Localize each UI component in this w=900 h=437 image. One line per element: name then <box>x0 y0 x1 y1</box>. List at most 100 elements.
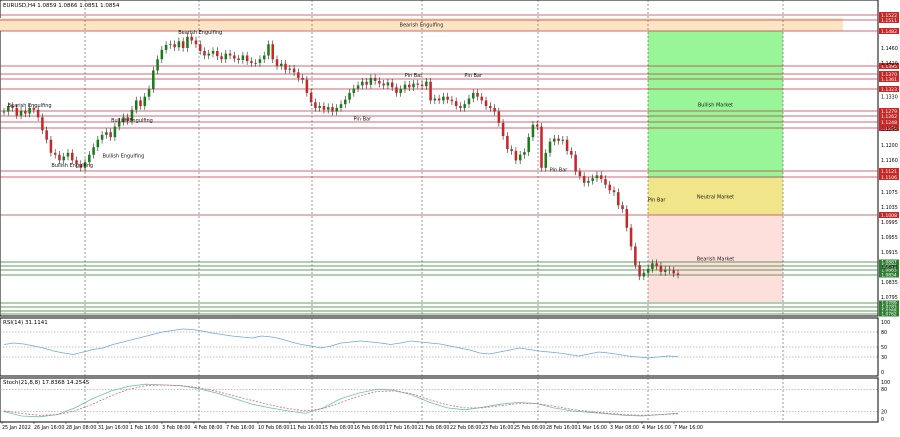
candle-body <box>373 77 377 81</box>
candle-body <box>476 92 479 97</box>
candle-body <box>297 72 300 78</box>
price-axis-tick: 1.0955 <box>881 235 898 241</box>
time-axis-label: 15 Feb 08:00 <box>322 425 353 431</box>
candle-body <box>617 192 620 206</box>
candle-body <box>96 139 100 148</box>
time-axis-label: 3 Mar 08:00 <box>610 425 639 431</box>
pattern-annotation: Pin Bar <box>550 168 569 174</box>
candle-body <box>309 92 313 103</box>
stoch-axis-tick: 0 <box>881 417 884 423</box>
candle-body <box>160 49 164 60</box>
candle-body <box>646 268 650 273</box>
stoch-axis-tick: 100 <box>881 380 890 386</box>
candle-body <box>267 44 270 56</box>
stochastic-panel[interactable]: 10080 20 0 Stoch(21,8,8) 17.8368 14.2545 <box>0 377 890 423</box>
price-tag-label: 1.1106 <box>881 175 897 181</box>
candle-body <box>407 84 411 88</box>
candle-body <box>262 55 266 60</box>
candle-body <box>207 53 211 56</box>
candle-body <box>471 92 475 99</box>
time-axis-label: 3 Feb 08:00 <box>162 425 190 431</box>
candle-body <box>659 265 663 272</box>
price-tag-label: 1.0762 <box>881 312 897 318</box>
candle-body <box>638 265 641 277</box>
price-panel[interactable]: Bearish Engulfing Bullish Market Neutral M… <box>0 0 879 317</box>
candle-body <box>254 62 257 64</box>
candle-body <box>386 82 390 86</box>
candle-body <box>245 55 249 62</box>
candle-body <box>53 152 57 155</box>
candle-body <box>173 44 176 48</box>
candle-body <box>608 184 612 191</box>
pattern-annotation: Pin Bar <box>405 73 424 79</box>
pattern-annotation: Bullish Engulfing <box>103 154 145 160</box>
candle-body <box>399 89 402 93</box>
candle-body <box>527 137 530 153</box>
time-axis-label: 4 Mar 16:00 <box>642 425 671 431</box>
rsi-axis-tick: 100 <box>881 320 890 326</box>
candle-body <box>88 154 91 163</box>
candle-body <box>412 83 415 88</box>
price-tag-label: 1.0854 <box>881 273 897 279</box>
candle-body <box>228 53 232 56</box>
price-axis-tick: 1.1200 <box>881 143 898 149</box>
time-axis-label: 16 Feb 08:00 <box>354 425 385 431</box>
candle-body <box>250 61 253 63</box>
candle-body <box>510 149 513 151</box>
candle-body <box>582 176 586 183</box>
candle-body <box>425 81 428 87</box>
zone-label: Neutral Market <box>697 195 734 201</box>
pattern-annotation: Bullish Engulfing <box>51 163 93 169</box>
candle-body <box>156 59 159 71</box>
time-axis-label: 31 Jan 16:00 <box>98 425 128 431</box>
candle-body <box>591 178 594 181</box>
price-axis-tick: 1.1075 <box>881 190 898 196</box>
price-tag-label: 1.1248 <box>881 120 897 126</box>
time-axis-label: 23 Feb 16:00 <box>482 425 513 431</box>
candle-body <box>629 227 633 247</box>
time-axis-label: 1 Feb 16:00 <box>130 425 158 431</box>
candle-body <box>493 107 496 112</box>
rsi-header: RSI(14) 31.1141 <box>3 320 48 326</box>
candle-body <box>587 180 590 183</box>
candle-body <box>535 124 539 127</box>
time-axis-label: 1 Mar 16:00 <box>578 425 607 431</box>
candle-body <box>595 175 599 179</box>
candle-body <box>70 152 74 161</box>
candle-body <box>292 68 296 73</box>
time-axis-label: 25 Feb 08:00 <box>514 425 545 431</box>
candle-body <box>390 82 394 88</box>
candle-body <box>237 58 240 60</box>
candle-body <box>489 106 492 108</box>
pattern-annotation: Bearish Engulfing <box>8 103 52 109</box>
candle-body <box>216 50 219 57</box>
candle-body <box>326 107 330 110</box>
candle-body <box>181 41 185 48</box>
rsi-axis-tick: 80 <box>881 330 887 336</box>
candle-body <box>58 154 61 161</box>
candle-body <box>177 41 181 48</box>
candle-body <box>203 50 206 56</box>
candle-body <box>280 63 283 66</box>
candle-body <box>186 36 189 48</box>
candle-body <box>574 154 577 172</box>
candle-body <box>2 111 6 113</box>
trading-chart[interactable]: Bearish Engulfing Bullish Market Neutral M… <box>0 0 900 433</box>
time-axis[interactable]: 25 Jan 2022 26 Jan 16:00 28 Jan 08:00 31 Ja… <box>1 422 703 431</box>
price-axis-tick: 1.1330 <box>881 94 898 100</box>
candle-body <box>134 100 138 110</box>
candle-body <box>284 63 287 70</box>
chart-canvas[interactable]: Bearish Engulfing Bullish Market Neutral M… <box>0 0 900 433</box>
candle-body <box>49 139 53 153</box>
candle-body <box>318 106 321 108</box>
candle-body <box>143 96 147 107</box>
candle-body <box>437 98 441 101</box>
price-axis[interactable]: 1.15221.15111.14821.13951.13701.13611.13… <box>879 12 899 318</box>
rsi-panel[interactable]: 100 80 50 30 0 RSI(14) 31.1141 <box>0 317 890 377</box>
candle-body <box>169 44 172 46</box>
candle-body <box>514 150 518 161</box>
candle-body <box>446 96 449 100</box>
pattern-annotation: Pin Bar <box>354 117 373 123</box>
candle-body <box>403 84 407 90</box>
time-axis-label: 7 Feb 16:00 <box>226 425 254 431</box>
